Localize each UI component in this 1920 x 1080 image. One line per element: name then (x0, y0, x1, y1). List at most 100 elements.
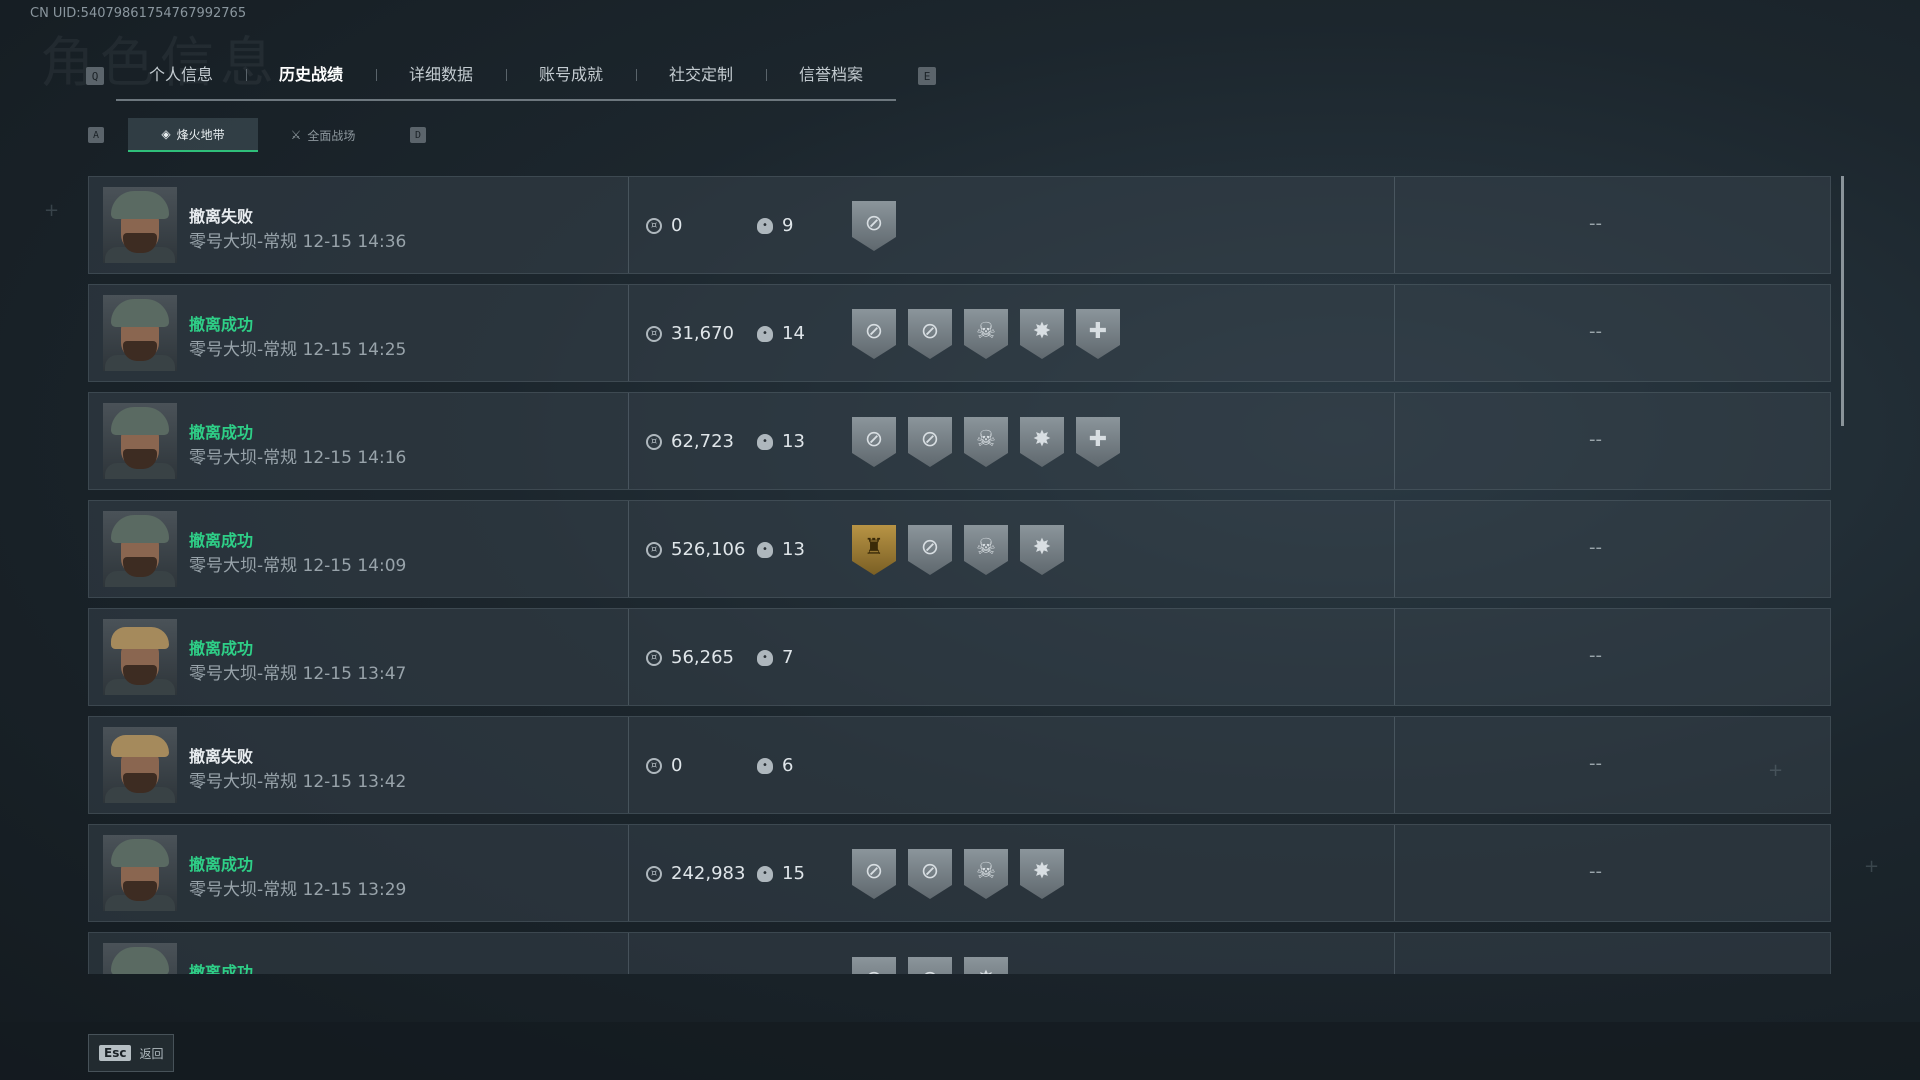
operator-avatar (103, 295, 177, 371)
medic-badge-icon[interactable]: ✚ (1076, 417, 1120, 467)
match-row[interactable]: 撤离成功 零号大坝-常规 12-15 13:29 ¤ 242,983 • 15 ⊘ ⊘ ☠ ✸ -- (88, 824, 1831, 922)
crosshair-badge-icon[interactable]: ⊘ (852, 309, 896, 359)
map-time: 零号大坝-常规 12-15 13:42 (189, 772, 407, 792)
tab-0[interactable]: 个人信息 (116, 51, 246, 99)
match-row[interactable]: 撤离成功 零号大坝-常规 12-15 13:47 ¤ 56,265 • 7 -- (88, 608, 1831, 706)
tab-3[interactable]: 账号成就 (506, 51, 636, 99)
operator-avatar (103, 619, 177, 695)
skull-badge-icon[interactable]: ☠ (964, 309, 1008, 359)
match-row[interactable]: 撤离失败 零号大坝-常规 12-15 13:42 ¤ 0 • 6 -- (88, 716, 1831, 814)
tab-5[interactable]: 信誉档案 (766, 51, 896, 99)
crosshair-badge-icon[interactable]: ⊘ (908, 849, 952, 899)
match-row[interactable]: 撤离成功 零号大坝-常规 12-15 14:16 ¤ 62,723 • 13 ⊘ ⊘ ☠ ✸ ✚ -- (88, 392, 1831, 490)
crosshair-badge-icon[interactable]: ⊘ (852, 957, 896, 974)
player-uid: CN UID:540798617547679927​65 (30, 6, 247, 21)
medal-list: ⊘ ⊘ ☠ ✸ ✚ (852, 309, 1132, 359)
divider (628, 825, 629, 921)
gold-skull-badge-icon[interactable]: ♜ (852, 525, 896, 575)
burst-badge-icon[interactable]: ✸ (964, 957, 1008, 974)
extraction-status: 撤离成功 (189, 963, 254, 974)
extracted-value: ¤ 242,983 (646, 863, 745, 884)
crosshair-badge-icon[interactable]: ⊘ (852, 201, 896, 251)
kill-number: 13 (782, 431, 805, 452)
back-button[interactable]: Esc 返回 (88, 1034, 175, 1072)
divider (628, 609, 629, 705)
extracted-value: ¤ 526,106 (646, 539, 745, 560)
decor-cross: + (44, 200, 60, 221)
value-amount: 56,265 (671, 647, 734, 668)
kill-number: 7 (782, 647, 794, 668)
match-history-list[interactable]: 撤离失败 零号大坝-常规 12-15 14:36 ¤ 0 • 9 ⊘ -- 撤离成功 零号大坝-常… (88, 176, 1831, 974)
extra-info: -- (1589, 429, 1602, 450)
next-tab-key[interactable]: E (918, 67, 936, 85)
extra-info: -- (1589, 537, 1602, 558)
divider (1394, 717, 1395, 813)
medal-list: ⊘ ⊘ ✸ (852, 957, 1020, 974)
value-coin-icon: ¤ (646, 649, 662, 666)
extracted-value: ¤ 31,670 (646, 323, 734, 344)
battlefield-icon: ⚔ (290, 128, 302, 142)
match-row[interactable]: 撤离成功 ⊘ ⊘ ✸ (88, 932, 1831, 974)
medal-list: ⊘ (852, 201, 908, 251)
crosshair-badge-icon[interactable]: ⊘ (908, 417, 952, 467)
medic-badge-icon[interactable]: ✚ (1076, 309, 1120, 359)
match-row[interactable]: 撤离失败 零号大坝-常规 12-15 14:36 ¤ 0 • 9 ⊘ -- (88, 176, 1831, 274)
skull-badge-icon[interactable]: ☠ (964, 417, 1008, 467)
value-amount: 31,670 (671, 323, 734, 344)
main-tab-bar: Q 个人信息 历史战绩 详细数据 账号成就 社交定制 信誉档案 E (80, 51, 948, 101)
crosshair-badge-icon[interactable]: ⊘ (908, 957, 952, 974)
tab-4[interactable]: 社交定制 (636, 51, 766, 99)
extraction-status: 撤离失败 (189, 747, 254, 766)
kill-number: 13 (782, 539, 805, 560)
mode-tab-warfare[interactable]: ⚔ 全面战场 (258, 119, 388, 151)
divider (1394, 393, 1395, 489)
back-label: 返回 (139, 1046, 164, 1061)
match-row[interactable]: 撤离成功 零号大坝-常规 12-15 14:09 ¤ 526,106 • 13 ♜ ⊘ ☠ ✸ -- (88, 500, 1831, 598)
tab-1[interactable]: 历史战绩 (246, 51, 376, 99)
match-row[interactable]: 撤离成功 零号大坝-常规 12-15 14:25 ¤ 31,670 • 14 ⊘ ⊘ ☠ ✸ ✚ -- (88, 284, 1831, 382)
divider (1394, 501, 1395, 597)
value-coin-icon: ¤ (646, 433, 662, 450)
kill-count: • 13 (757, 431, 805, 452)
extra-info: -- (1589, 321, 1602, 342)
footer-bar (0, 1022, 1920, 1080)
prev-tab-key[interactable]: Q (86, 67, 104, 85)
extra-info: -- (1589, 861, 1602, 882)
skull-badge-icon[interactable]: ☠ (964, 849, 1008, 899)
burst-badge-icon[interactable]: ✸ (1020, 525, 1064, 575)
operator-avatar (103, 727, 177, 803)
value-amount: 526,106 (671, 539, 746, 560)
extraction-status: 撤离成功 (189, 639, 254, 658)
medal-list: ⊘ ⊘ ☠ ✸ ✚ (852, 417, 1132, 467)
extracted-value: ¤ 62,723 (646, 431, 734, 452)
divider (1394, 933, 1395, 974)
extra-info: -- (1589, 753, 1602, 774)
extraction-status: 撤离成功 (189, 531, 254, 550)
crosshair-badge-icon[interactable]: ⊘ (908, 525, 952, 575)
crosshair-badge-icon[interactable]: ⊘ (908, 309, 952, 359)
divider (1394, 285, 1395, 381)
burst-badge-icon[interactable]: ✸ (1020, 849, 1064, 899)
burst-badge-icon[interactable]: ✸ (1020, 417, 1064, 467)
skull-icon: • (757, 865, 773, 882)
prev-mode-key[interactable]: A (88, 127, 104, 143)
operator-avatar (103, 511, 177, 587)
list-scrollbar[interactable] (1841, 176, 1844, 426)
burst-badge-icon[interactable]: ✸ (1020, 309, 1064, 359)
map-time: 零号大坝-常规 12-15 14:36 (189, 232, 407, 252)
tab-2[interactable]: 详细数据 (376, 51, 506, 99)
next-mode-key[interactable]: D (410, 127, 426, 143)
map-time: 零号大坝-常规 12-15 13:47 (189, 664, 407, 684)
map-time: 零号大坝-常规 12-15 14:16 (189, 448, 407, 468)
value-coin-icon: ¤ (646, 757, 662, 774)
skull-icon: • (757, 325, 773, 342)
decor-cross: + (1864, 856, 1880, 877)
mode-tab-label: 烽火地带 (176, 127, 225, 142)
kill-number: 14 (782, 323, 805, 344)
mode-tab-hazard-zone[interactable]: ◈ 烽火地带 (128, 118, 258, 152)
crosshair-badge-icon[interactable]: ⊘ (852, 849, 896, 899)
divider (628, 393, 629, 489)
crosshair-badge-icon[interactable]: ⊘ (852, 417, 896, 467)
skull-badge-icon[interactable]: ☠ (964, 525, 1008, 575)
map-time: 零号大坝-常规 12-15 14:09 (189, 556, 407, 576)
